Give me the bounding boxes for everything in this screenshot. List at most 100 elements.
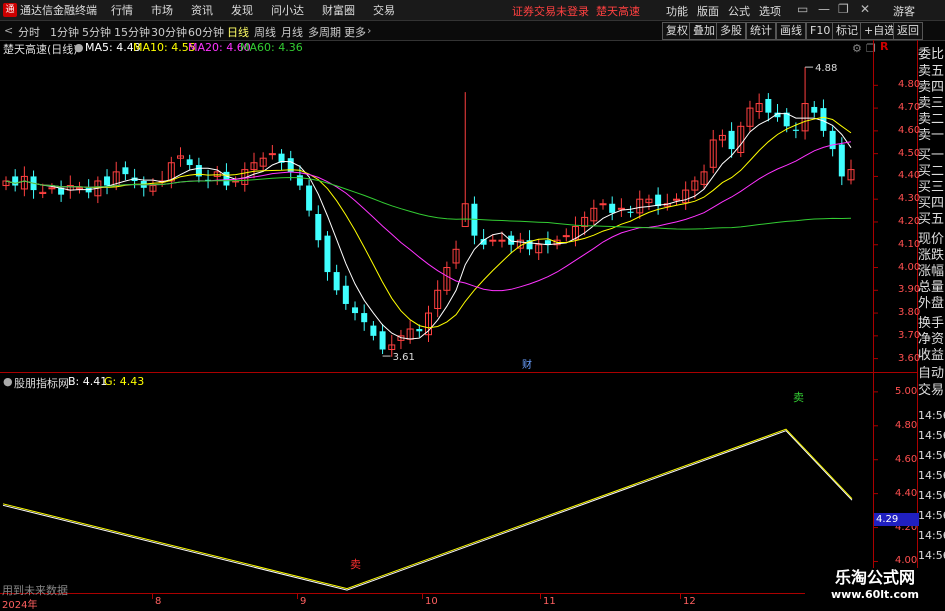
indicator-ytick: 4.80 bbox=[895, 419, 918, 431]
xaxis-tick bbox=[422, 594, 423, 599]
price-ytick: 4.70 bbox=[898, 102, 921, 114]
side-label-5: 卖一 bbox=[918, 128, 945, 143]
candle-down bbox=[838, 144, 845, 177]
sell-signal-bottom: 卖 bbox=[350, 558, 361, 571]
price-ytick: 4.20 bbox=[898, 215, 921, 227]
xaxis-label-nov: 11 bbox=[543, 596, 556, 607]
price-ytick: 4.10 bbox=[898, 238, 921, 250]
side-time: 14:56 bbox=[918, 409, 945, 422]
side-label-6: 买一 bbox=[918, 148, 945, 163]
watermark-url: www.60lt.com bbox=[830, 588, 920, 601]
candle-down bbox=[306, 185, 313, 211]
side-label-1: 卖五 bbox=[918, 64, 945, 79]
side-time: 14:56 bbox=[918, 429, 945, 442]
indicator-ytick: 4.60 bbox=[895, 453, 918, 465]
indicator-ytick: 4.40 bbox=[895, 487, 918, 499]
indicator-b-label: B: 4.41 bbox=[68, 375, 108, 388]
candle-down bbox=[352, 307, 359, 314]
candle-up bbox=[599, 203, 607, 206]
price-ytick: 4.40 bbox=[898, 170, 921, 182]
xaxis-divider bbox=[0, 593, 917, 594]
candle-down bbox=[416, 329, 423, 332]
side-label-11: 现价 bbox=[918, 232, 945, 247]
price-ytick: 3.70 bbox=[898, 329, 921, 341]
candle-down bbox=[765, 98, 772, 113]
xaxis-tick bbox=[297, 594, 298, 599]
candle-down bbox=[296, 175, 303, 186]
price-ytick: 3.90 bbox=[898, 284, 921, 296]
side-label-0: 委比 bbox=[918, 47, 945, 62]
ma60-line bbox=[5, 176, 852, 230]
side-label-19[interactable]: 自动 bbox=[918, 366, 945, 381]
ma5-line bbox=[5, 113, 852, 340]
candle-down bbox=[186, 159, 193, 166]
side-time: 14:56 bbox=[918, 469, 945, 482]
side-label-14: 总量 bbox=[918, 280, 945, 295]
sell-signal-top: 卖 bbox=[793, 391, 804, 404]
low-label: 3.61 bbox=[393, 352, 415, 363]
xaxis-label-aug: 8 bbox=[155, 596, 162, 607]
side-label-3: 卖三 bbox=[918, 96, 945, 111]
candle-up bbox=[672, 198, 680, 201]
side-time: 14:56 bbox=[918, 529, 945, 542]
side-time: 14:56 bbox=[918, 489, 945, 502]
xaxis-tick bbox=[680, 594, 681, 599]
xaxis-label-oct: 10 bbox=[425, 596, 438, 607]
indicator-toggle-icon[interactable]: ● bbox=[3, 375, 13, 388]
xaxis-tick bbox=[540, 594, 541, 599]
side-label-8: 买三 bbox=[918, 180, 945, 195]
price-ytick: 4.30 bbox=[898, 193, 921, 205]
price-ytick: 4.00 bbox=[898, 261, 921, 273]
side-label-7: 买二 bbox=[918, 164, 945, 179]
candle-down bbox=[792, 129, 799, 131]
candle-down bbox=[104, 176, 111, 186]
candle-down bbox=[342, 285, 349, 304]
side-label-13: 涨幅 bbox=[918, 264, 945, 279]
price-ytick: 3.80 bbox=[898, 307, 921, 319]
side-label-16: 换手 bbox=[918, 316, 945, 331]
xaxis-label-sep: 9 bbox=[300, 596, 307, 607]
indicator-ytick: 4.00 bbox=[895, 555, 918, 567]
side-label-15: 外盘 bbox=[918, 296, 945, 311]
price-ytick: 3.60 bbox=[898, 352, 921, 364]
candle-down bbox=[820, 108, 827, 131]
candle-down bbox=[655, 194, 662, 207]
indicator-name[interactable]: 股朋指标网 bbox=[14, 375, 69, 391]
high-label: 4.88 bbox=[815, 63, 837, 74]
indicator-current-value: 4.29 bbox=[874, 513, 919, 526]
cai-marker: 财 bbox=[522, 358, 532, 371]
candle-down bbox=[361, 313, 368, 323]
side-label-2: 卖四 bbox=[918, 80, 945, 95]
candle-down bbox=[811, 106, 818, 113]
watermark-title: 乐淘公式网 bbox=[834, 568, 915, 587]
candle-up bbox=[498, 239, 506, 242]
candle-down bbox=[379, 331, 386, 350]
side-time: 14:56 bbox=[918, 549, 945, 562]
watermark: 乐淘公式网 www.60lt.com bbox=[805, 568, 945, 609]
side-label-17: 净资 bbox=[918, 332, 945, 347]
candle-up bbox=[48, 187, 56, 190]
candle-down bbox=[728, 130, 735, 150]
yaxis-divider bbox=[873, 40, 874, 594]
indicator-b-line bbox=[2, 430, 853, 591]
candle-down bbox=[315, 214, 322, 241]
side-label-18: 收益 bbox=[918, 348, 945, 363]
candle-up bbox=[617, 207, 625, 210]
candle-up bbox=[489, 239, 497, 242]
side-label-4: 卖二 bbox=[918, 112, 945, 127]
panel-divider bbox=[0, 372, 917, 373]
ma10-line bbox=[5, 116, 852, 329]
side-label-10: 买五 bbox=[918, 212, 945, 227]
kline-chart[interactable]: 4.88 3.61 财 bbox=[0, 0, 945, 609]
candle-down bbox=[829, 130, 836, 150]
candle-down bbox=[609, 203, 616, 213]
side-label-9: 买四 bbox=[918, 196, 945, 211]
price-ytick: 4.80 bbox=[898, 79, 921, 91]
candle-down bbox=[12, 176, 19, 186]
side-label-12: 涨跌 bbox=[918, 248, 945, 263]
side-label-20[interactable]: 交易 bbox=[918, 383, 945, 398]
candle-down bbox=[627, 211, 634, 213]
price-ytick: 4.60 bbox=[898, 124, 921, 136]
side-time: 14:56 bbox=[918, 509, 945, 522]
candle-down bbox=[122, 167, 129, 175]
